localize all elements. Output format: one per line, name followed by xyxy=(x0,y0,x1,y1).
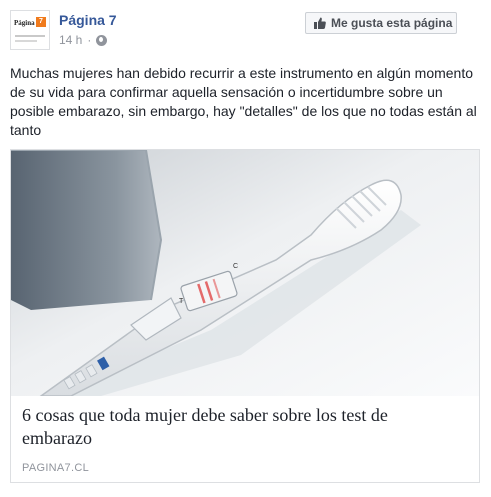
avatar-decoration xyxy=(15,40,37,42)
link-domain: PAGINA7.CL xyxy=(22,462,89,474)
link-preview-card[interactable]: T C 6 cosas que toda mujer debe saber so… xyxy=(10,149,480,483)
link-preview-image[interactable]: T C xyxy=(11,150,479,396)
avatar-brand-text: Página xyxy=(14,19,35,27)
test-window-label-c: C xyxy=(233,263,238,270)
post-caption: Muchas mujeres han debido recurrir a est… xyxy=(10,65,477,138)
facebook-post: Página 7 Página 7 14 h · Me gusta esta p… xyxy=(0,0,491,497)
globe-icon[interactable] xyxy=(96,34,108,46)
test-window-label-t: T xyxy=(179,298,184,305)
avatar-badge: 7 xyxy=(36,17,46,27)
post-timestamp[interactable]: 14 h xyxy=(59,33,82,47)
link-title[interactable]: 6 cosas que toda mujer debe saber sobre … xyxy=(22,404,462,450)
page-name-link[interactable]: Página 7 xyxy=(59,12,117,28)
avatar-decoration xyxy=(15,35,45,37)
post-meta: 14 h · xyxy=(59,33,108,47)
thumbs-up-icon xyxy=(314,17,326,29)
meta-separator: · xyxy=(87,33,92,47)
like-button-label: Me gusta esta página xyxy=(331,16,453,30)
like-page-button[interactable]: Me gusta esta página xyxy=(305,12,457,34)
page-avatar[interactable]: Página 7 xyxy=(10,10,50,50)
